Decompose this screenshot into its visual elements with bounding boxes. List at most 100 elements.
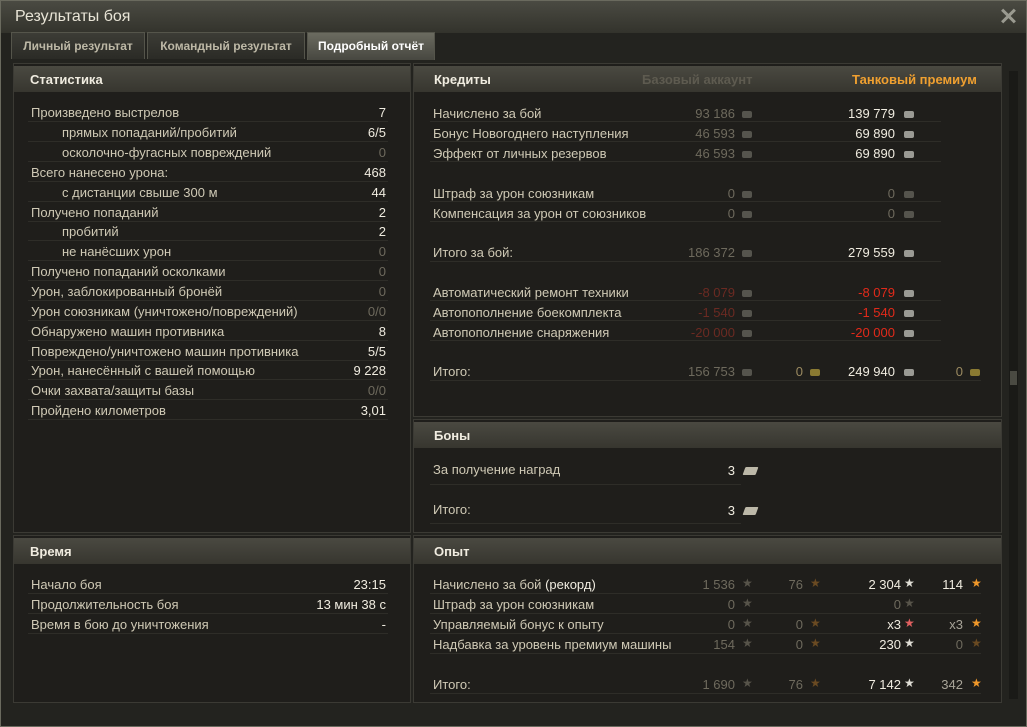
record-label: (рекорд)	[545, 577, 596, 592]
credit-premium-value: 0	[887, 206, 895, 221]
credit-row-label: Компенсация за урон от союзников	[433, 206, 647, 221]
stat-value: 0	[378, 284, 386, 299]
stat-value: 0/0	[367, 383, 386, 398]
credit-premium-value: 279 559	[848, 245, 895, 260]
bonds-title: Боны	[434, 428, 471, 443]
title-bar: Результаты боя	[1, 1, 1026, 33]
bond-icon	[742, 467, 759, 475]
bonds-panel: Боны За получение наград 3 Итого: 3	[413, 419, 1002, 533]
credits-icon	[904, 290, 914, 297]
stat-label: с дистанции свыше 300 м	[62, 185, 218, 200]
stat-label: пробитий	[62, 224, 119, 239]
credits-icon	[742, 369, 752, 376]
stat-value: 0	[378, 264, 386, 279]
exp-star-icon: ★	[904, 636, 915, 650]
experience-panel: Опыт Начислено за бой (рекорд) 1 536 ★ 7…	[413, 535, 1002, 703]
free-exp-star-icon: ★	[971, 576, 982, 590]
experience-title: Опыт	[434, 544, 470, 559]
credits-icon	[904, 250, 914, 257]
stat-value: 9 228	[353, 363, 386, 378]
free-exp-base-value: 0	[795, 637, 803, 652]
statistics-title: Статистика	[30, 72, 103, 87]
stat-value: 2	[378, 224, 386, 239]
credit-row-label: Эффект от личных резервов	[433, 146, 607, 161]
credit-row-label: Автоматический ремонт техники	[433, 285, 629, 300]
credit-row-label: Штраф за урон союзникам	[433, 186, 595, 201]
exp-star-icon: ★	[742, 676, 753, 690]
exp-star-icon: ★	[904, 596, 915, 610]
close-icon[interactable]	[999, 7, 1017, 25]
stat-label: Произведено выстрелов	[31, 105, 180, 120]
bond-icon	[742, 507, 759, 515]
credits-icon	[904, 369, 914, 376]
exp-star-icon: ★	[904, 576, 915, 590]
credit-base-value: -8 079	[698, 285, 735, 300]
free-exp-premium-value: 0	[955, 637, 963, 652]
stat-value: 0	[378, 244, 386, 259]
bonds-value: 3	[727, 463, 735, 478]
credit-row-label: Начислено за бой	[433, 106, 542, 121]
stat-label: Обнаружено машин противника	[31, 324, 225, 339]
credits-icon	[904, 310, 914, 317]
credit-premium-value: -8 079	[858, 285, 895, 300]
exp-premium-value: 230	[879, 637, 901, 652]
tab-detailed-report[interactable]: Подробный отчёт	[307, 32, 435, 60]
tab-personal-result[interactable]: Личный результат	[11, 32, 145, 59]
credits-icon	[904, 131, 914, 138]
credits-icon	[904, 330, 914, 337]
time-label: Продолжительность боя	[31, 597, 179, 612]
tab-team-result[interactable]: Командный результат	[147, 32, 305, 59]
credit-base-value: -20 000	[690, 325, 735, 340]
window-title: Результаты боя	[15, 8, 131, 25]
credit-total-base-value: 156 753	[688, 364, 735, 379]
credit-row-label: Автопополнение боекомплекта	[433, 305, 622, 320]
time-label: Начало боя	[31, 577, 102, 592]
credit-premium-value: 139 779	[848, 106, 895, 121]
gold-icon	[970, 369, 980, 376]
free-exp-base-value: 0	[795, 617, 803, 632]
credit-total-label: Итого:	[433, 364, 471, 379]
time-label: Время в бою до уничтожения	[31, 617, 209, 632]
stat-label: Всего нанесено урона:	[31, 165, 169, 180]
exp-row-label: Управляемый бонус к опыту	[433, 617, 604, 632]
credit-base-value: 0	[727, 186, 735, 201]
free-exp-star-icon: ★	[971, 616, 982, 630]
stat-label: не нанёсших урон	[62, 244, 172, 259]
exp-base-value: 0	[727, 597, 735, 612]
stat-value: 0/0	[367, 304, 386, 319]
exp-base-value: 0	[727, 617, 735, 632]
exp-row-label: Штраф за урон союзникам	[433, 597, 595, 612]
experience-header: Опыт	[414, 538, 1001, 564]
credit-base-value: 93 186	[695, 106, 735, 121]
exp-premium-value: x3	[887, 617, 901, 632]
stat-label: Получено попаданий	[31, 205, 159, 220]
credits-icon	[742, 211, 752, 218]
credit-base-value: 46 593	[695, 146, 735, 161]
exp-star-icon: ★	[904, 616, 915, 630]
time-value: 23:15	[353, 577, 386, 592]
credits-icon	[742, 330, 752, 337]
base-account-column-header: Базовый аккаунт	[642, 72, 753, 87]
free-exp-premium-value: 114	[942, 577, 963, 592]
stat-label: Пройдено километров	[31, 403, 166, 418]
free-exp-total-base-value: 76	[788, 677, 803, 692]
gold-base-value: 0	[795, 364, 803, 379]
exp-star-icon: ★	[742, 596, 753, 610]
free-exp-total-premium-value: 342	[941, 677, 963, 692]
exp-premium-value: 0	[893, 597, 901, 612]
credits-icon	[742, 310, 752, 317]
free-exp-base-value: 76	[788, 577, 803, 592]
credits-title: Кредиты	[434, 72, 491, 87]
exp-base-value: 1 536	[702, 577, 735, 592]
stat-label: Очки захвата/защиты базы	[31, 383, 195, 398]
scrollbar[interactable]	[1009, 71, 1018, 699]
credits-icon	[742, 250, 752, 257]
scrollbar-thumb[interactable]	[1010, 371, 1017, 385]
bonds-header: Боны	[414, 422, 1001, 448]
free-exp-premium-value: x3	[949, 617, 963, 632]
credits-panel: Кредиты Базовый аккаунт Танковый премиум…	[413, 63, 1002, 417]
stat-value: 7	[378, 105, 386, 120]
exp-row-label: Надбавка за уровень премиум машины	[433, 637, 672, 652]
credits-icon	[904, 211, 914, 218]
credit-premium-value: 69 890	[855, 126, 895, 141]
